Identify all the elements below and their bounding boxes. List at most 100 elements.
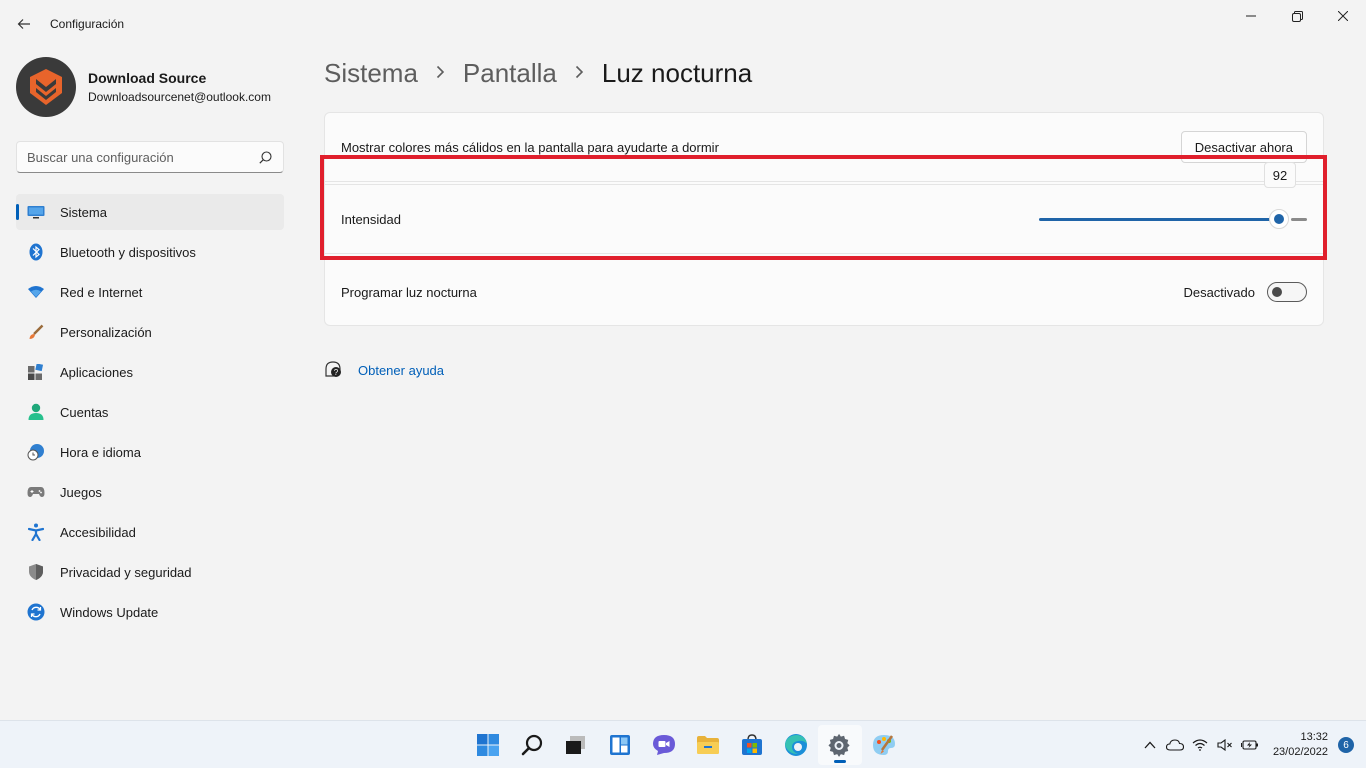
widgets-icon[interactable]	[598, 725, 642, 765]
taskbar: 13:32 23/02/2022 6	[0, 720, 1366, 768]
avatar	[16, 57, 76, 117]
restore-icon	[1291, 10, 1303, 22]
slider-value-tooltip: 92	[1264, 162, 1296, 188]
breadcrumb-sistema[interactable]: Sistema	[324, 58, 418, 89]
sidebar-item-aplicaciones[interactable]: Aplicaciones	[16, 354, 284, 390]
sidebar-item-label: Red e Internet	[60, 284, 143, 300]
sidebar-item-bluetooth[interactable]: Bluetooth y dispositivos	[16, 234, 284, 270]
schedule-state-label: Desactivado	[1183, 284, 1255, 300]
sidebar-item-label: Cuentas	[60, 404, 109, 420]
onedrive-icon[interactable]	[1163, 733, 1187, 757]
sidebar-item-personalizacion[interactable]: Personalización	[16, 314, 284, 350]
window-controls	[1228, 0, 1366, 32]
sidebar-item-red[interactable]: Red e Internet	[16, 274, 284, 310]
chat-icon[interactable]	[642, 725, 686, 765]
paint-icon[interactable]	[862, 725, 906, 765]
warm-colors-row: Mostrar colores más cálidos en la pantal…	[325, 113, 1323, 181]
sidebar-item-label: Privacidad y seguridad	[60, 564, 192, 580]
apps-icon	[26, 362, 46, 382]
profile-email: Downloadsourcenet@outlook.com	[88, 90, 271, 104]
clock-time: 13:32	[1300, 731, 1328, 743]
slider-track-fill	[1039, 218, 1271, 221]
maximize-button[interactable]	[1274, 0, 1320, 32]
profile-name: Download Source	[88, 70, 207, 86]
sidebar-item-label: Bluetooth y dispositivos	[60, 244, 196, 260]
search-box[interactable]	[16, 141, 284, 173]
sidebar-item-label: Windows Update	[60, 604, 159, 620]
divider	[325, 181, 1323, 182]
shield-icon	[26, 562, 46, 582]
monitor-icon	[26, 202, 46, 222]
clock[interactable]: 13:32 23/02/2022	[1273, 730, 1328, 760]
chevron-up-icon[interactable]	[1138, 733, 1162, 757]
volume-muted-icon[interactable]	[1213, 733, 1237, 757]
get-help[interactable]: ? Obtener ayuda	[324, 360, 444, 381]
schedule-row: Programar luz nocturna Desactivado	[325, 257, 1323, 327]
sidebar-item-hora[interactable]: Hora e idioma	[16, 434, 284, 470]
download-source-logo-icon	[30, 69, 62, 105]
bluetooth-icon	[26, 242, 46, 262]
gamepad-icon	[26, 482, 46, 502]
sidebar-item-label: Juegos	[60, 484, 102, 500]
search-input[interactable]	[27, 149, 257, 165]
sidebar-item-label: Aplicaciones	[60, 364, 133, 380]
search-icon[interactable]	[510, 725, 554, 765]
back-arrow-icon	[17, 19, 30, 29]
start-icon[interactable]	[466, 725, 510, 765]
sidebar-item-privacidad[interactable]: Privacidad y seguridad	[16, 554, 284, 590]
divider	[325, 253, 1323, 254]
help-icon: ?	[324, 360, 342, 381]
breadcrumb: Sistema Pantalla Luz nocturna	[324, 58, 752, 89]
slider-track-rest	[1291, 218, 1307, 221]
sidebar-item-label: Sistema	[60, 204, 107, 220]
globe-clock-icon	[26, 442, 46, 462]
night-light-settings-card: Mostrar colores más cálidos en la pantal…	[324, 112, 1324, 326]
user-icon	[26, 402, 46, 422]
sidebar-item-label: Hora e idioma	[60, 444, 141, 460]
chevron-right-icon	[436, 63, 445, 84]
schedule-label: Programar luz nocturna	[341, 284, 477, 300]
system-tray: 13:32 23/02/2022 6	[1138, 721, 1354, 768]
search-icon[interactable]	[257, 149, 273, 165]
store-icon[interactable]	[730, 725, 774, 765]
task-view-icon[interactable]	[554, 725, 598, 765]
intensity-row: Intensidad	[325, 185, 1323, 253]
battery-charging-icon[interactable]	[1238, 733, 1262, 757]
chevron-right-icon	[575, 63, 584, 84]
settings-icon[interactable]	[818, 725, 862, 765]
slider-thumb[interactable]	[1269, 209, 1289, 229]
wifi-icon	[26, 282, 46, 302]
update-icon	[26, 602, 46, 622]
sidebar-item-windows-update[interactable]: Windows Update	[16, 594, 284, 630]
sidebar-item-juegos[interactable]: Juegos	[16, 474, 284, 510]
page-title: Luz nocturna	[601, 58, 753, 88]
svg-text:?: ?	[334, 368, 339, 377]
close-icon	[1338, 11, 1348, 21]
taskbar-apps	[466, 725, 906, 765]
sidebar-nav: Sistema Bluetooth y dispositivos Red e I…	[16, 194, 284, 634]
sidebar-item-sistema[interactable]: Sistema	[16, 194, 284, 230]
toggle-knob	[1272, 287, 1282, 297]
sidebar-item-accesibilidad[interactable]: Accesibilidad	[16, 514, 284, 550]
breadcrumb-pantalla[interactable]: Pantalla	[463, 58, 557, 89]
wifi-status-icon[interactable]	[1188, 733, 1212, 757]
close-button[interactable]	[1320, 0, 1366, 32]
warm-colors-label: Mostrar colores más cálidos en la pantal…	[341, 139, 719, 155]
schedule-toggle[interactable]	[1267, 282, 1307, 302]
window-title: Configuración	[50, 17, 125, 31]
accessibility-icon	[26, 522, 46, 542]
user-profile[interactable]: Download Source Downloadsourcenet@outloo…	[16, 57, 271, 117]
file-explorer-icon[interactable]	[686, 725, 730, 765]
notification-badge[interactable]: 6	[1338, 737, 1354, 753]
back-button[interactable]	[10, 10, 38, 38]
get-help-link[interactable]: Obtener ayuda	[358, 363, 444, 378]
turn-off-now-button[interactable]: Desactivar ahora	[1180, 131, 1307, 163]
minimize-button[interactable]	[1228, 0, 1274, 32]
sidebar-item-cuentas[interactable]: Cuentas	[16, 394, 284, 430]
clock-date: 23/02/2022	[1272, 746, 1328, 758]
sidebar-item-label: Personalización	[60, 324, 152, 340]
brush-icon	[26, 322, 46, 342]
edge-icon[interactable]	[774, 725, 818, 765]
sidebar-item-label: Accesibilidad	[60, 524, 136, 540]
intensity-slider[interactable]	[1039, 209, 1307, 229]
